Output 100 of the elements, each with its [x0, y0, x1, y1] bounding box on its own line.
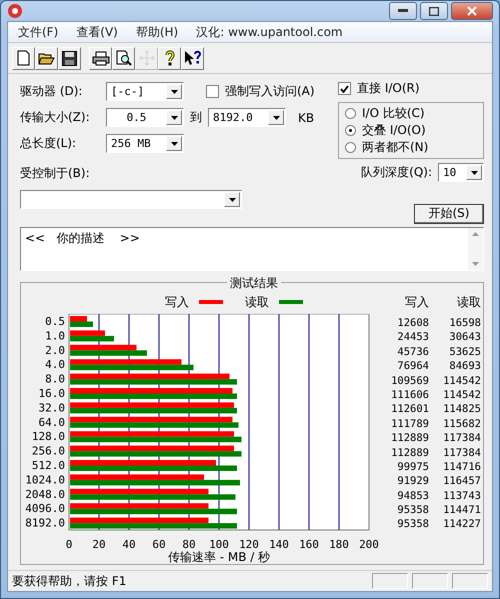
- x-axis-label: 传输速率 - MB / 秒: [168, 550, 270, 564]
- dropdown-arrow-icon: [170, 90, 178, 94]
- y-tick-label: 8192.0: [25, 516, 65, 530]
- toolbar-button[interactable]: [89, 46, 112, 70]
- table-cell-text: 114542: [442, 388, 481, 402]
- dropdown-arrow-icon: [228, 198, 236, 202]
- toolbar-button[interactable]: [35, 46, 58, 70]
- table-cell-text: 114471: [442, 503, 481, 518]
- status-text: 要获得帮助，请按 F1: [12, 572, 128, 590]
- force-write-checkbox[interactable]: [206, 85, 219, 98]
- page-magnifier-icon: [116, 50, 132, 66]
- drive-label: 驱动器 (D):: [20, 83, 84, 100]
- y-tick-label: 64.0: [38, 416, 65, 429]
- table-cell-text: 53625: [448, 344, 481, 360]
- table-cell-text: 109569: [390, 374, 429, 388]
- dropdown-field[interactable]: [20, 190, 242, 209]
- scroll-up-icon[interactable]: [472, 232, 479, 236]
- table-cell-text: 24453: [396, 330, 429, 345]
- radio-button[interactable]: [345, 125, 356, 136]
- legend-label: 读取: [245, 294, 269, 310]
- dropdown-arrow-icon: [272, 116, 280, 120]
- question-mark-icon: [164, 50, 174, 66]
- radio-button[interactable]: [345, 142, 356, 153]
- y-tick-label: 1024.0: [25, 473, 65, 486]
- dropdown-field[interactable]: [-c-]: [106, 82, 184, 101]
- queue-depth-label: 队列深度(Q):: [361, 164, 432, 181]
- x-tick-label: 180: [329, 538, 349, 551]
- menu-item[interactable]: 文件(F): [18, 24, 58, 40]
- table-cell-text: 115682: [442, 416, 481, 432]
- menu-item[interactable]: 汉化: www.upantool.com: [196, 24, 343, 40]
- legend-label: 写入: [165, 294, 189, 310]
- table-cell-text: 117384: [442, 431, 481, 446]
- table-cell-text: 111606: [390, 388, 429, 402]
- printer-icon: [92, 50, 110, 66]
- y-tick-label: 128.0: [32, 430, 65, 444]
- close-button[interactable]: [451, 2, 493, 20]
- table-cell-text: 111789: [390, 416, 429, 432]
- description-field[interactable]: << 你的描述 >>: [20, 227, 484, 271]
- toolbar-button[interactable]: [12, 46, 35, 70]
- maximize-button[interactable]: [420, 2, 448, 20]
- dropdown-field[interactable]: 0.5: [106, 108, 184, 127]
- dropdown-field[interactable]: 8192.0: [208, 108, 286, 127]
- y-tick-label: 2.0: [45, 344, 65, 357]
- dropdown-arrow-icon: [170, 142, 178, 146]
- column-header: 读取: [456, 294, 481, 311]
- force-write-label: 强制写入访问(A): [225, 83, 315, 100]
- y-tick-label: 256.0: [32, 444, 65, 458]
- table-cell-text: 112889: [390, 431, 429, 446]
- minimize-button[interactable]: [389, 2, 417, 20]
- radio-button[interactable]: [345, 108, 356, 119]
- table-cell-text: 114716: [442, 460, 481, 474]
- y-tick-label: 2048.0: [25, 488, 65, 501]
- menu-item[interactable]: 查看(V): [76, 24, 118, 40]
- x-tick-label: 60: [152, 538, 166, 551]
- table-cell-text: 112889: [390, 446, 429, 460]
- table-cell-text: 45736: [396, 344, 429, 360]
- toolbar-button[interactable]: [181, 46, 204, 70]
- to-label: 到: [190, 109, 202, 126]
- y-tick-label: 4096.0: [25, 502, 65, 516]
- toolbar-button[interactable]: [158, 46, 181, 70]
- x-tick-label: 200: [359, 538, 379, 551]
- table-cell-text: 76964: [396, 359, 429, 374]
- table-cell-text: 16598: [448, 316, 481, 330]
- x-tick-label: 0: [66, 538, 72, 551]
- dropdown-field[interactable]: 256 MB: [106, 134, 184, 153]
- y-tick-label: 512.0: [32, 459, 65, 472]
- table-cell-text: 114542: [442, 374, 481, 388]
- y-tick-label: 16.0: [38, 387, 65, 400]
- unit-label: KB: [298, 110, 314, 124]
- folder-icon: [38, 51, 55, 65]
- column-header: 写入: [404, 294, 429, 311]
- y-tick-label: 1.0: [45, 329, 65, 342]
- x-tick-label: 120: [239, 538, 259, 551]
- x-tick-label: 160: [299, 538, 319, 551]
- x-tick-label: 80: [182, 538, 196, 551]
- transfer-size-label: 传输大小(Z):: [20, 109, 91, 126]
- y-tick-label: 8.0: [45, 372, 65, 386]
- toolbar-button[interactable]: [112, 46, 135, 70]
- pointer-question-icon: [184, 50, 202, 66]
- x-tick-label: 20: [92, 538, 106, 551]
- maximize-icon: [429, 6, 439, 16]
- minimize-icon: [398, 9, 408, 13]
- toolbar-button[interactable]: [58, 46, 81, 70]
- dropdown-field[interactable]: 10: [438, 163, 484, 182]
- table-cell-text: 84693: [448, 359, 481, 374]
- start-button[interactable]: 开始(S): [414, 204, 484, 224]
- dropdown-arrow-icon: [470, 170, 478, 174]
- table-cell-text: 12608: [396, 316, 429, 330]
- scroll-down-icon[interactable]: [472, 262, 479, 266]
- direct-io-checkbox[interactable]: [338, 82, 351, 95]
- table-cell-text: 95358: [396, 517, 429, 532]
- table-cell-text: 30643: [448, 330, 481, 345]
- x-tick-label: 40: [122, 538, 136, 551]
- y-tick-label: 32.0: [38, 401, 65, 414]
- table-cell-text: 114227: [442, 517, 481, 532]
- controlled-by-label: 受控制于(B):: [20, 165, 90, 182]
- status-pane: [412, 573, 448, 589]
- status-pane: [372, 573, 408, 589]
- menu-item[interactable]: 帮助(H): [136, 24, 178, 40]
- dropdown-arrow-icon: [170, 116, 178, 120]
